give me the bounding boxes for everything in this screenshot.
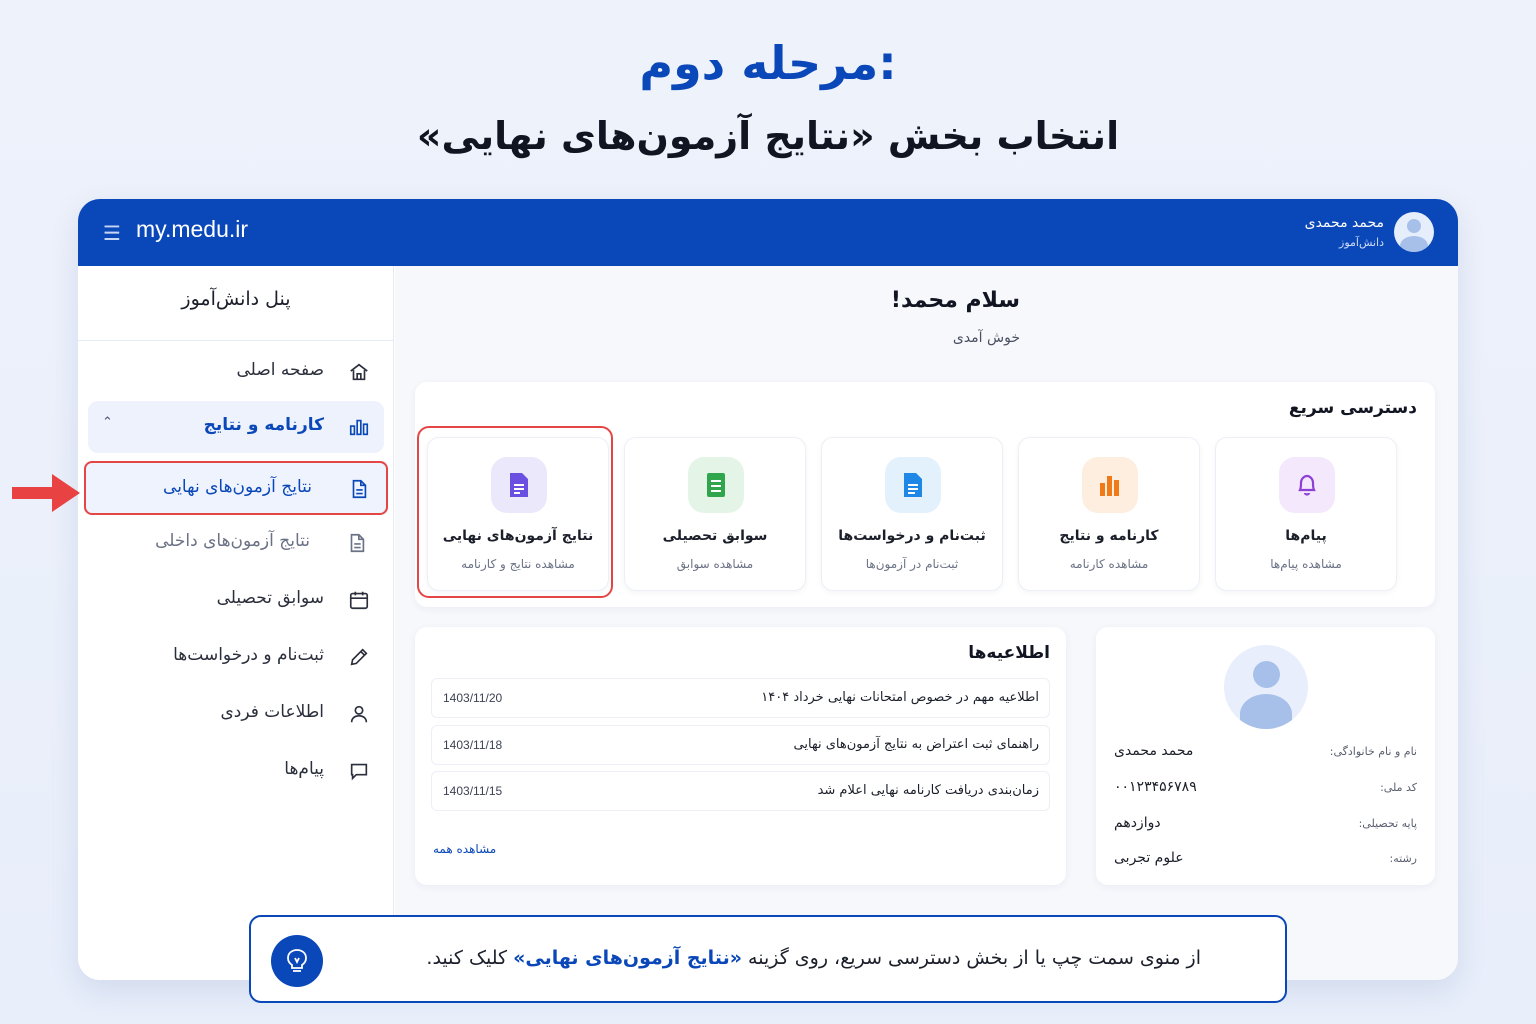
sidebar-item-label: پیام‌ها (284, 759, 324, 779)
instruction-text: از منوی سمت چپ یا از بخش دسترسی سریع، رو… (426, 947, 1201, 969)
see-all-link[interactable]: مشاهده همه (433, 842, 496, 856)
sidebar-item-label: اطلاعات فردی (220, 702, 324, 722)
list-item[interactable]: زمان‌بندی دریافت کارنامه نهایی اعلام شد … (431, 771, 1050, 811)
profile-value: علوم تجربی (1114, 850, 1184, 866)
profile-key: رشته: (1389, 852, 1417, 865)
tile-subtitle: مشاهده سوابق (676, 557, 754, 571)
tile-academic-records[interactable]: سوابق تحصیلی مشاهده سوابق (624, 437, 806, 591)
profile-row: نام و نام خانوادگی: محمد محمدی (1114, 743, 1417, 763)
tile-label: پیام‌ها (1285, 528, 1327, 544)
main-content: سلام محمد! خوش آمدی دسترسی سریع نتایج آز… (395, 266, 1458, 980)
tile-registration[interactable]: ثبت‌نام و درخواست‌ها ثبت‌نام در آزمون‌ها (821, 437, 1003, 591)
announcement-text: راهنمای ثبت اعتراض به نتایج آزمون‌های نه… (793, 737, 1039, 752)
announcements-title: اطلاعیه‌ها (968, 643, 1050, 663)
tile-report-card[interactable]: کارنامه و نتایج مشاهده کارنامه (1018, 437, 1200, 591)
tile-subtitle: مشاهده کارنامه (1069, 557, 1149, 571)
user-name: محمد محمدی (1304, 215, 1384, 231)
user-icon (348, 703, 370, 725)
announcement-date: 1403/11/20 (443, 691, 503, 705)
sidebar-item-registration[interactable]: ثبت‌نام و درخواست‌ها (88, 631, 384, 683)
sidebar-item-label: سوابق تحصیلی (216, 588, 324, 608)
announcement-date: 1403/11/18 (443, 738, 503, 752)
sidebar-item-label: صفحه اصلی (236, 360, 324, 380)
instruction-emphasis: «نتایج آزمون‌های نهایی» (513, 947, 742, 969)
report-icon (491, 457, 547, 513)
tile-label: نتایج آزمون‌های نهایی (442, 528, 594, 544)
sidebar-item-report-card[interactable]: کارنامه و نتایج ⌃ (88, 401, 384, 453)
profile-row: رشته: علوم تجربی (1114, 850, 1417, 870)
tile-subtitle: مشاهده نتایج و کارنامه (461, 557, 575, 571)
greeting: سلام محمد! (890, 288, 1020, 313)
profile-key: نام و نام خانوادگی: (1329, 745, 1417, 758)
sidebar-item-final-exam-results[interactable]: نتایج آزمون‌های نهایی (84, 461, 388, 515)
tile-label: کارنامه و نتایج (1059, 528, 1159, 544)
bar-chart-icon (1082, 457, 1138, 513)
tile-subtitle: ثبت‌نام در آزمون‌ها (865, 557, 959, 571)
announcement-text: زمان‌بندی دریافت کارنامه نهایی اعلام شد (817, 783, 1039, 798)
profile-row: پایه تحصیلی: دوازدهم (1114, 815, 1417, 835)
tile-label: سوابق تحصیلی (662, 528, 768, 544)
step-subtitle: انتخاب بخش «نتایج آزمون‌های نهایی» (416, 114, 1120, 158)
pointer-arrow-icon (12, 474, 80, 512)
announcement-date: 1403/11/15 (443, 784, 503, 798)
sidebar-item-personal-info[interactable]: اطلاعات فردی (88, 688, 384, 740)
site-name[interactable]: my.medu.ir (136, 216, 248, 243)
list-item[interactable]: اطلاعیه مهم در خصوص امتحانات نهایی خرداد… (431, 678, 1050, 718)
bar-chart-icon (348, 416, 370, 438)
document-icon (346, 532, 368, 554)
announcement-text: اطلاعیه مهم در خصوص امتحانات نهایی خرداد… (761, 690, 1039, 705)
user-role: دانش‌آموز (1339, 236, 1384, 249)
sidebar-item-academic-records[interactable]: سوابق تحصیلی (88, 574, 384, 626)
sidebar-item-messages[interactable]: پیام‌ها (88, 745, 384, 797)
profile-key: پایه تحصیلی: (1358, 817, 1417, 830)
instruction-before: از منوی سمت چپ یا از بخش دسترسی سریع، رو… (741, 947, 1201, 969)
profile-key: کد ملی: (1380, 781, 1417, 794)
quick-access-card: دسترسی سریع نتایج آزمون‌های نهایی مشاهده… (415, 382, 1435, 607)
sidebar-item-label: ثبت‌نام و درخواست‌ها (173, 645, 324, 665)
profile-card: نام و نام خانوادگی: محمد محمدی کد ملی: ۰… (1096, 627, 1435, 885)
tile-label: ثبت‌نام و درخواست‌ها (838, 528, 986, 544)
sidebar-item-home[interactable]: صفحه اصلی (88, 346, 384, 398)
step-heading: مرحله دوم: (639, 36, 897, 90)
profile-value: ۰۰۱۲۳۴۵۶۷۸۹ (1114, 779, 1197, 795)
tile-messages[interactable]: پیام‌ها مشاهده پیام‌ها (1215, 437, 1397, 591)
sidebar-item-internal-exam-results[interactable]: نتایج آزمون‌های داخلی (88, 517, 384, 569)
bell-icon (1279, 457, 1335, 513)
sidebar-item-label: نتایج آزمون‌های نهایی (163, 477, 312, 497)
profile-row: کد ملی: ۰۰۱۲۳۴۵۶۷۸۹ (1114, 779, 1417, 799)
home-icon (348, 361, 370, 383)
panel-title: پنل دانش‌آموز (181, 288, 291, 310)
announcements-card: اطلاعیه‌ها اطلاعیه مهم در خصوص امتحانات … (415, 627, 1066, 885)
tile-subtitle: مشاهده پیام‌ها (1270, 557, 1342, 571)
calendar-icon (348, 589, 370, 611)
sidebar-item-label: نتایج آزمون‌های داخلی (155, 531, 310, 551)
welcome-text: خوش آمدی (952, 330, 1020, 346)
avatar (1224, 645, 1308, 729)
profile-value: محمد محمدی (1114, 743, 1194, 759)
chat-icon (348, 760, 370, 782)
app-window: ☰ my.medu.ir محمد محمدی دانش‌آموز پنل دا… (78, 199, 1458, 980)
document-icon (348, 478, 370, 500)
instruction-after: کلیک کنید. (426, 947, 514, 969)
sidebar: پنل دانش‌آموز صفحه اصلی کارنامه و نتایج … (78, 266, 394, 980)
sidebar-item-label: کارنامه و نتایج (203, 415, 324, 435)
chevron-up-icon[interactable]: ⌃ (102, 415, 113, 430)
sheet-icon (688, 457, 744, 513)
lightbulb-icon (271, 935, 323, 987)
top-bar: ☰ my.medu.ir محمد محمدی دانش‌آموز (78, 199, 1458, 266)
avatar[interactable] (1394, 212, 1434, 252)
divider (78, 340, 394, 341)
tile-final-exam-results[interactable]: نتایج آزمون‌های نهایی مشاهده نتایج و کار… (427, 437, 609, 591)
list-item[interactable]: راهنمای ثبت اعتراض به نتایج آزمون‌های نه… (431, 725, 1050, 765)
profile-value: دوازدهم (1114, 815, 1161, 831)
hamburger-icon[interactable]: ☰ (103, 221, 121, 245)
instruction-box: از منوی سمت چپ یا از بخش دسترسی سریع، رو… (249, 915, 1287, 1003)
edit-icon (348, 646, 370, 668)
file-icon (885, 457, 941, 513)
quick-access-title: دسترسی سریع (1288, 398, 1417, 418)
